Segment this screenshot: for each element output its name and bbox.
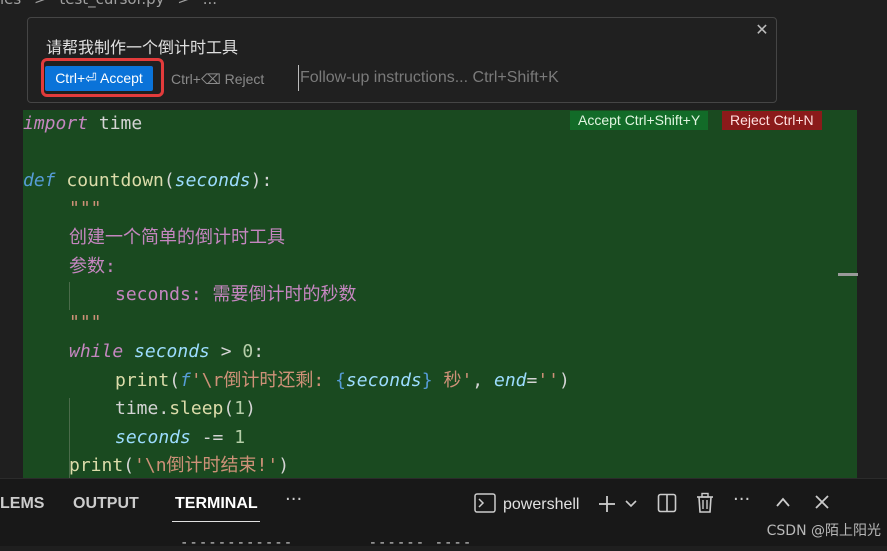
accept-button[interactable]: Ctrl+⏎ Accept bbox=[45, 66, 153, 91]
code-line: print(f'\r倒计时还剩: {seconds} 秒', end='') bbox=[115, 370, 570, 391]
breadcrumb: les > test_cursor.py > ... bbox=[0, 0, 225, 12]
scrollbar[interactable] bbox=[857, 0, 887, 478]
code-line: 创建一个简单的倒计时工具 bbox=[69, 227, 285, 248]
maximize-panel-icon[interactable] bbox=[775, 496, 791, 508]
breadcrumb-symbol[interactable]: ... bbox=[203, 0, 217, 8]
add-terminal-icon[interactable] bbox=[597, 494, 617, 514]
breadcrumb-separator: > bbox=[34, 0, 47, 8]
chevron-down-icon[interactable] bbox=[624, 499, 638, 509]
code-line: seconds: 需要倒计时的秒数 bbox=[115, 284, 357, 305]
more-actions-icon[interactable]: ··· bbox=[733, 489, 750, 510]
terminal-output: ------------ ------ ---- bbox=[180, 535, 473, 551]
code-line: print('\n倒计时结束!') bbox=[69, 455, 290, 476]
more-tabs-icon[interactable]: ··· bbox=[285, 489, 302, 510]
terminal-name[interactable]: powershell bbox=[503, 496, 579, 514]
trash-icon[interactable] bbox=[695, 492, 715, 514]
indent-guide bbox=[69, 282, 70, 310]
code-line: 参数: bbox=[69, 256, 116, 277]
breadcrumb-separator: > bbox=[177, 0, 190, 8]
reject-diff-button[interactable]: Reject Ctrl+N bbox=[722, 111, 822, 130]
followup-input[interactable]: Follow-up instructions... Ctrl+Shift+K bbox=[298, 65, 559, 91]
close-panel-icon[interactable] bbox=[814, 494, 830, 510]
code-line: while seconds > 0: bbox=[69, 341, 265, 362]
accept-diff-button[interactable]: Accept Ctrl+Shift+Y bbox=[570, 111, 709, 130]
bottom-panel: LEMS OUTPUT TERMINAL ··· powershell ··· … bbox=[0, 478, 887, 551]
inline-chat-widget: 请帮我制作一个倒计时工具 ✕ Ctrl+⏎ Accept Ctrl+⌫ Reje… bbox=[27, 17, 777, 103]
breadcrumb-file[interactable]: test_cursor.py bbox=[59, 0, 164, 8]
terminal-icon[interactable] bbox=[474, 493, 496, 513]
code-line: """ bbox=[69, 312, 102, 333]
code-line: """ bbox=[69, 198, 102, 219]
code-line: time.sleep(1) bbox=[115, 398, 256, 419]
code-line: def countdown(seconds): bbox=[23, 170, 273, 191]
code-line: import time bbox=[23, 113, 143, 134]
tab-terminal[interactable]: TERMINAL bbox=[175, 495, 258, 513]
breadcrumb-folder[interactable]: les bbox=[0, 0, 21, 8]
active-tab-indicator bbox=[172, 521, 260, 522]
tab-output[interactable]: OUTPUT bbox=[73, 495, 139, 513]
code-line: seconds -= 1 bbox=[115, 427, 246, 448]
close-icon[interactable]: ✕ bbox=[752, 20, 772, 40]
scroll-marker bbox=[838, 273, 858, 276]
tab-problems[interactable]: LEMS bbox=[0, 495, 44, 513]
reject-button[interactable]: Ctrl+⌫ Reject bbox=[171, 68, 264, 90]
prompt-text: 请帮我制作一个倒计时工具 bbox=[46, 38, 239, 57]
watermark: CSDN @陌上阳光 bbox=[766, 523, 881, 539]
split-terminal-icon[interactable] bbox=[657, 493, 677, 513]
